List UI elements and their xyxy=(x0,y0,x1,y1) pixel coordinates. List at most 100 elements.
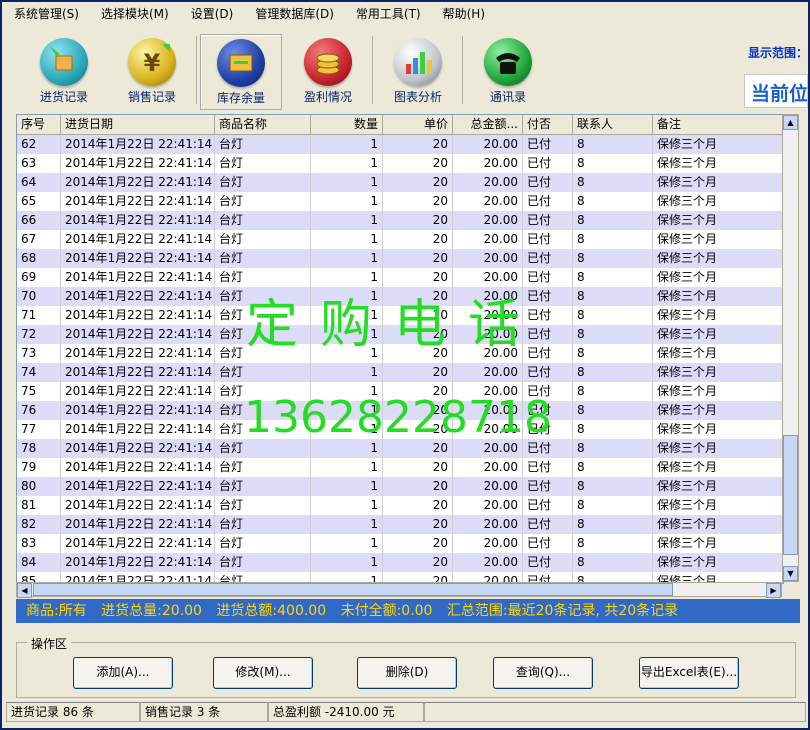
cell-unit-price: 20 xyxy=(383,287,453,306)
cell-note: 保修三个月 xyxy=(653,306,783,325)
toolbar-label: 库存余量 xyxy=(216,91,265,105)
menu-help[interactable]: 帮助(H) xyxy=(443,5,485,22)
inventory-icon xyxy=(217,39,265,87)
toolbar-contacts-button[interactable]: 通讯录 xyxy=(468,34,548,108)
table-row[interactable]: 66 2014年1月22日 22:41:14 台灯 1 20 20.00 已付 8 保修三个月 xyxy=(17,211,783,230)
cell-contact: 8 xyxy=(573,344,653,363)
menu-settings[interactable]: 设置(D) xyxy=(191,5,234,22)
cell-note: 保修三个月 xyxy=(653,496,783,515)
column-header-unit-price[interactable]: 单价 xyxy=(383,115,453,134)
cell-total: 20.00 xyxy=(453,553,523,572)
column-header-id[interactable]: 序号 xyxy=(17,115,61,134)
cell-note: 保修三个月 xyxy=(653,477,783,496)
column-header-total[interactable]: 总金额... xyxy=(453,115,523,134)
delete-button[interactable]: 删除(D) xyxy=(357,657,457,689)
horizontal-scrollbar[interactable]: ◀ ▶ xyxy=(16,582,782,598)
toolbar-profit-button[interactable]: 盈利情况 xyxy=(288,34,368,108)
column-header-product[interactable]: 商品名称 xyxy=(215,115,311,134)
query-button[interactable]: 查询(Q)... xyxy=(493,657,593,689)
cell-id: 75 xyxy=(17,382,61,401)
cell-paid: 已付 xyxy=(523,154,573,173)
cell-paid: 已付 xyxy=(523,268,573,287)
table-row[interactable]: 69 2014年1月22日 22:41:14 台灯 1 20 20.00 已付 8 保修三个月 xyxy=(17,268,783,287)
cell-product: 台灯 xyxy=(215,363,311,382)
cell-quantity: 1 xyxy=(311,268,383,287)
status-bar: 进货记录 86 条 销售记录 3 条 总盈利额 -2410.00 元 xyxy=(6,702,806,722)
cell-quantity: 1 xyxy=(311,477,383,496)
column-header-contact[interactable]: 联系人 xyxy=(573,115,653,134)
cell-quantity: 1 xyxy=(311,230,383,249)
column-header-paid[interactable]: 付否 xyxy=(523,115,573,134)
table-row[interactable]: 78 2014年1月22日 22:41:14 台灯 1 20 20.00 已付 8 保修三个月 xyxy=(17,439,783,458)
scroll-up-icon[interactable]: ▲ xyxy=(783,115,798,130)
table-row[interactable]: 74 2014年1月22日 22:41:14 台灯 1 20 20.00 已付 8 保修三个月 xyxy=(17,363,783,382)
cell-note: 保修三个月 xyxy=(653,211,783,230)
scroll-right-icon[interactable]: ▶ xyxy=(766,583,781,598)
column-header-note[interactable]: 备注 xyxy=(653,115,783,134)
cell-paid: 已付 xyxy=(523,344,573,363)
table-row[interactable]: 82 2014年1月22日 22:41:14 台灯 1 20 20.00 已付 8 保修三个月 xyxy=(17,515,783,534)
horizontal-scroll-thumb[interactable] xyxy=(33,583,673,596)
cell-note: 保修三个月 xyxy=(653,553,783,572)
export-excel-button[interactable]: 导出Excel表(E)... xyxy=(639,657,739,689)
cell-paid: 已付 xyxy=(523,135,573,154)
cell-contact: 8 xyxy=(573,268,653,287)
column-header-quantity[interactable]: 数量 xyxy=(311,115,383,134)
cell-paid: 已付 xyxy=(523,515,573,534)
cell-contact: 8 xyxy=(573,154,653,173)
menu-tools[interactable]: 常用工具(T) xyxy=(356,5,421,22)
menu-system[interactable]: 系统管理(S) xyxy=(14,5,79,22)
cell-date: 2014年1月22日 22:41:14 xyxy=(61,230,215,249)
table-row[interactable]: 71 2014年1月22日 22:41:14 台灯 1 20 20.00 已付 8 保修三个月 xyxy=(17,306,783,325)
scroll-left-icon[interactable]: ◀ xyxy=(17,583,32,598)
edit-button[interactable]: 修改(M)... xyxy=(213,657,313,689)
table-row[interactable]: 75 2014年1月22日 22:41:14 台灯 1 20 20.00 已付 8 保修三个月 xyxy=(17,382,783,401)
cell-paid: 已付 xyxy=(523,287,573,306)
add-button[interactable]: 添加(A)... xyxy=(73,657,173,689)
cell-paid: 已付 xyxy=(523,382,573,401)
toolbar-inventory-button[interactable]: 库存余量 xyxy=(200,34,282,110)
table-row[interactable]: 81 2014年1月22日 22:41:14 台灯 1 20 20.00 已付 8 保修三个月 xyxy=(17,496,783,515)
table-row[interactable]: 77 2014年1月22日 22:41:14 台灯 1 20 20.00 已付 8 保修三个月 xyxy=(17,420,783,439)
cell-paid: 已付 xyxy=(523,401,573,420)
table-row[interactable]: 68 2014年1月22日 22:41:14 台灯 1 20 20.00 已付 8 保修三个月 xyxy=(17,249,783,268)
table-row[interactable]: 83 2014年1月22日 22:41:14 台灯 1 20 20.00 已付 8 保修三个月 xyxy=(17,534,783,553)
purchase-record-icon xyxy=(40,38,88,86)
toolbar: 进货记录 ¥ 销售记录 库存余量 盈利情况 图表分析 通讯录 xyxy=(14,30,804,110)
cell-contact: 8 xyxy=(573,401,653,420)
vertical-scrollbar[interactable]: ▲ ▼ xyxy=(782,114,799,582)
table-row[interactable]: 72 2014年1月22日 22:41:14 台灯 1 20 20.00 已付 8 保修三个月 xyxy=(17,325,783,344)
cell-total: 20.00 xyxy=(453,230,523,249)
menu-manage-database[interactable]: 管理数据库(D) xyxy=(255,5,334,22)
toolbar-label: 进货记录 xyxy=(39,90,88,104)
cell-date: 2014年1月22日 22:41:14 xyxy=(61,363,215,382)
cell-id: 68 xyxy=(17,249,61,268)
table-row[interactable]: 65 2014年1月22日 22:41:14 台灯 1 20 20.00 已付 8 保修三个月 xyxy=(17,192,783,211)
cell-contact: 8 xyxy=(573,515,653,534)
cell-date: 2014年1月22日 22:41:14 xyxy=(61,534,215,553)
toolbar-sales-record-button[interactable]: ¥ 销售记录 xyxy=(112,34,192,108)
table-row[interactable]: 79 2014年1月22日 22:41:14 台灯 1 20 20.00 已付 8 保修三个月 xyxy=(17,458,783,477)
menu-select-module[interactable]: 选择模块(M) xyxy=(101,5,169,22)
table-row[interactable]: 80 2014年1月22日 22:41:14 台灯 1 20 20.00 已付 8 保修三个月 xyxy=(17,477,783,496)
column-header-date[interactable]: 进货日期 xyxy=(61,115,215,134)
scroll-down-icon[interactable]: ▼ xyxy=(783,566,798,581)
table-row[interactable]: 73 2014年1月22日 22:41:14 台灯 1 20 20.00 已付 8 保修三个月 xyxy=(17,344,783,363)
cell-date: 2014年1月22日 22:41:14 xyxy=(61,477,215,496)
cell-contact: 8 xyxy=(573,230,653,249)
cell-total: 20.00 xyxy=(453,154,523,173)
purchase-records-table[interactable]: 序号 进货日期 商品名称 数量 单价 总金额... 付否 联系人 备注 62 20… xyxy=(16,114,784,584)
table-row[interactable]: 63 2014年1月22日 22:41:14 台灯 1 20 20.00 已付 8 保修三个月 xyxy=(17,154,783,173)
table-row[interactable]: 76 2014年1月22日 22:41:14 台灯 1 20 20.00 已付 8 保修三个月 xyxy=(17,401,783,420)
toolbar-purchase-record-button[interactable]: 进货记录 xyxy=(24,34,104,108)
cell-id: 62 xyxy=(17,135,61,154)
cell-quantity: 1 xyxy=(311,287,383,306)
table-row[interactable]: 70 2014年1月22日 22:41:14 台灯 1 20 20.00 已付 8 保修三个月 xyxy=(17,287,783,306)
table-row[interactable]: 64 2014年1月22日 22:41:14 台灯 1 20 20.00 已付 8 保修三个月 xyxy=(17,173,783,192)
toolbar-chart-button[interactable]: 图表分析 xyxy=(378,34,458,108)
cell-note: 保修三个月 xyxy=(653,325,783,344)
table-row[interactable]: 67 2014年1月22日 22:41:14 台灯 1 20 20.00 已付 8 保修三个月 xyxy=(17,230,783,249)
vertical-scroll-thumb[interactable] xyxy=(783,435,798,555)
table-row[interactable]: 84 2014年1月22日 22:41:14 台灯 1 20 20.00 已付 8 保修三个月 xyxy=(17,553,783,572)
table-row[interactable]: 62 2014年1月22日 22:41:14 台灯 1 20 20.00 已付 8 保修三个月 xyxy=(17,135,783,154)
